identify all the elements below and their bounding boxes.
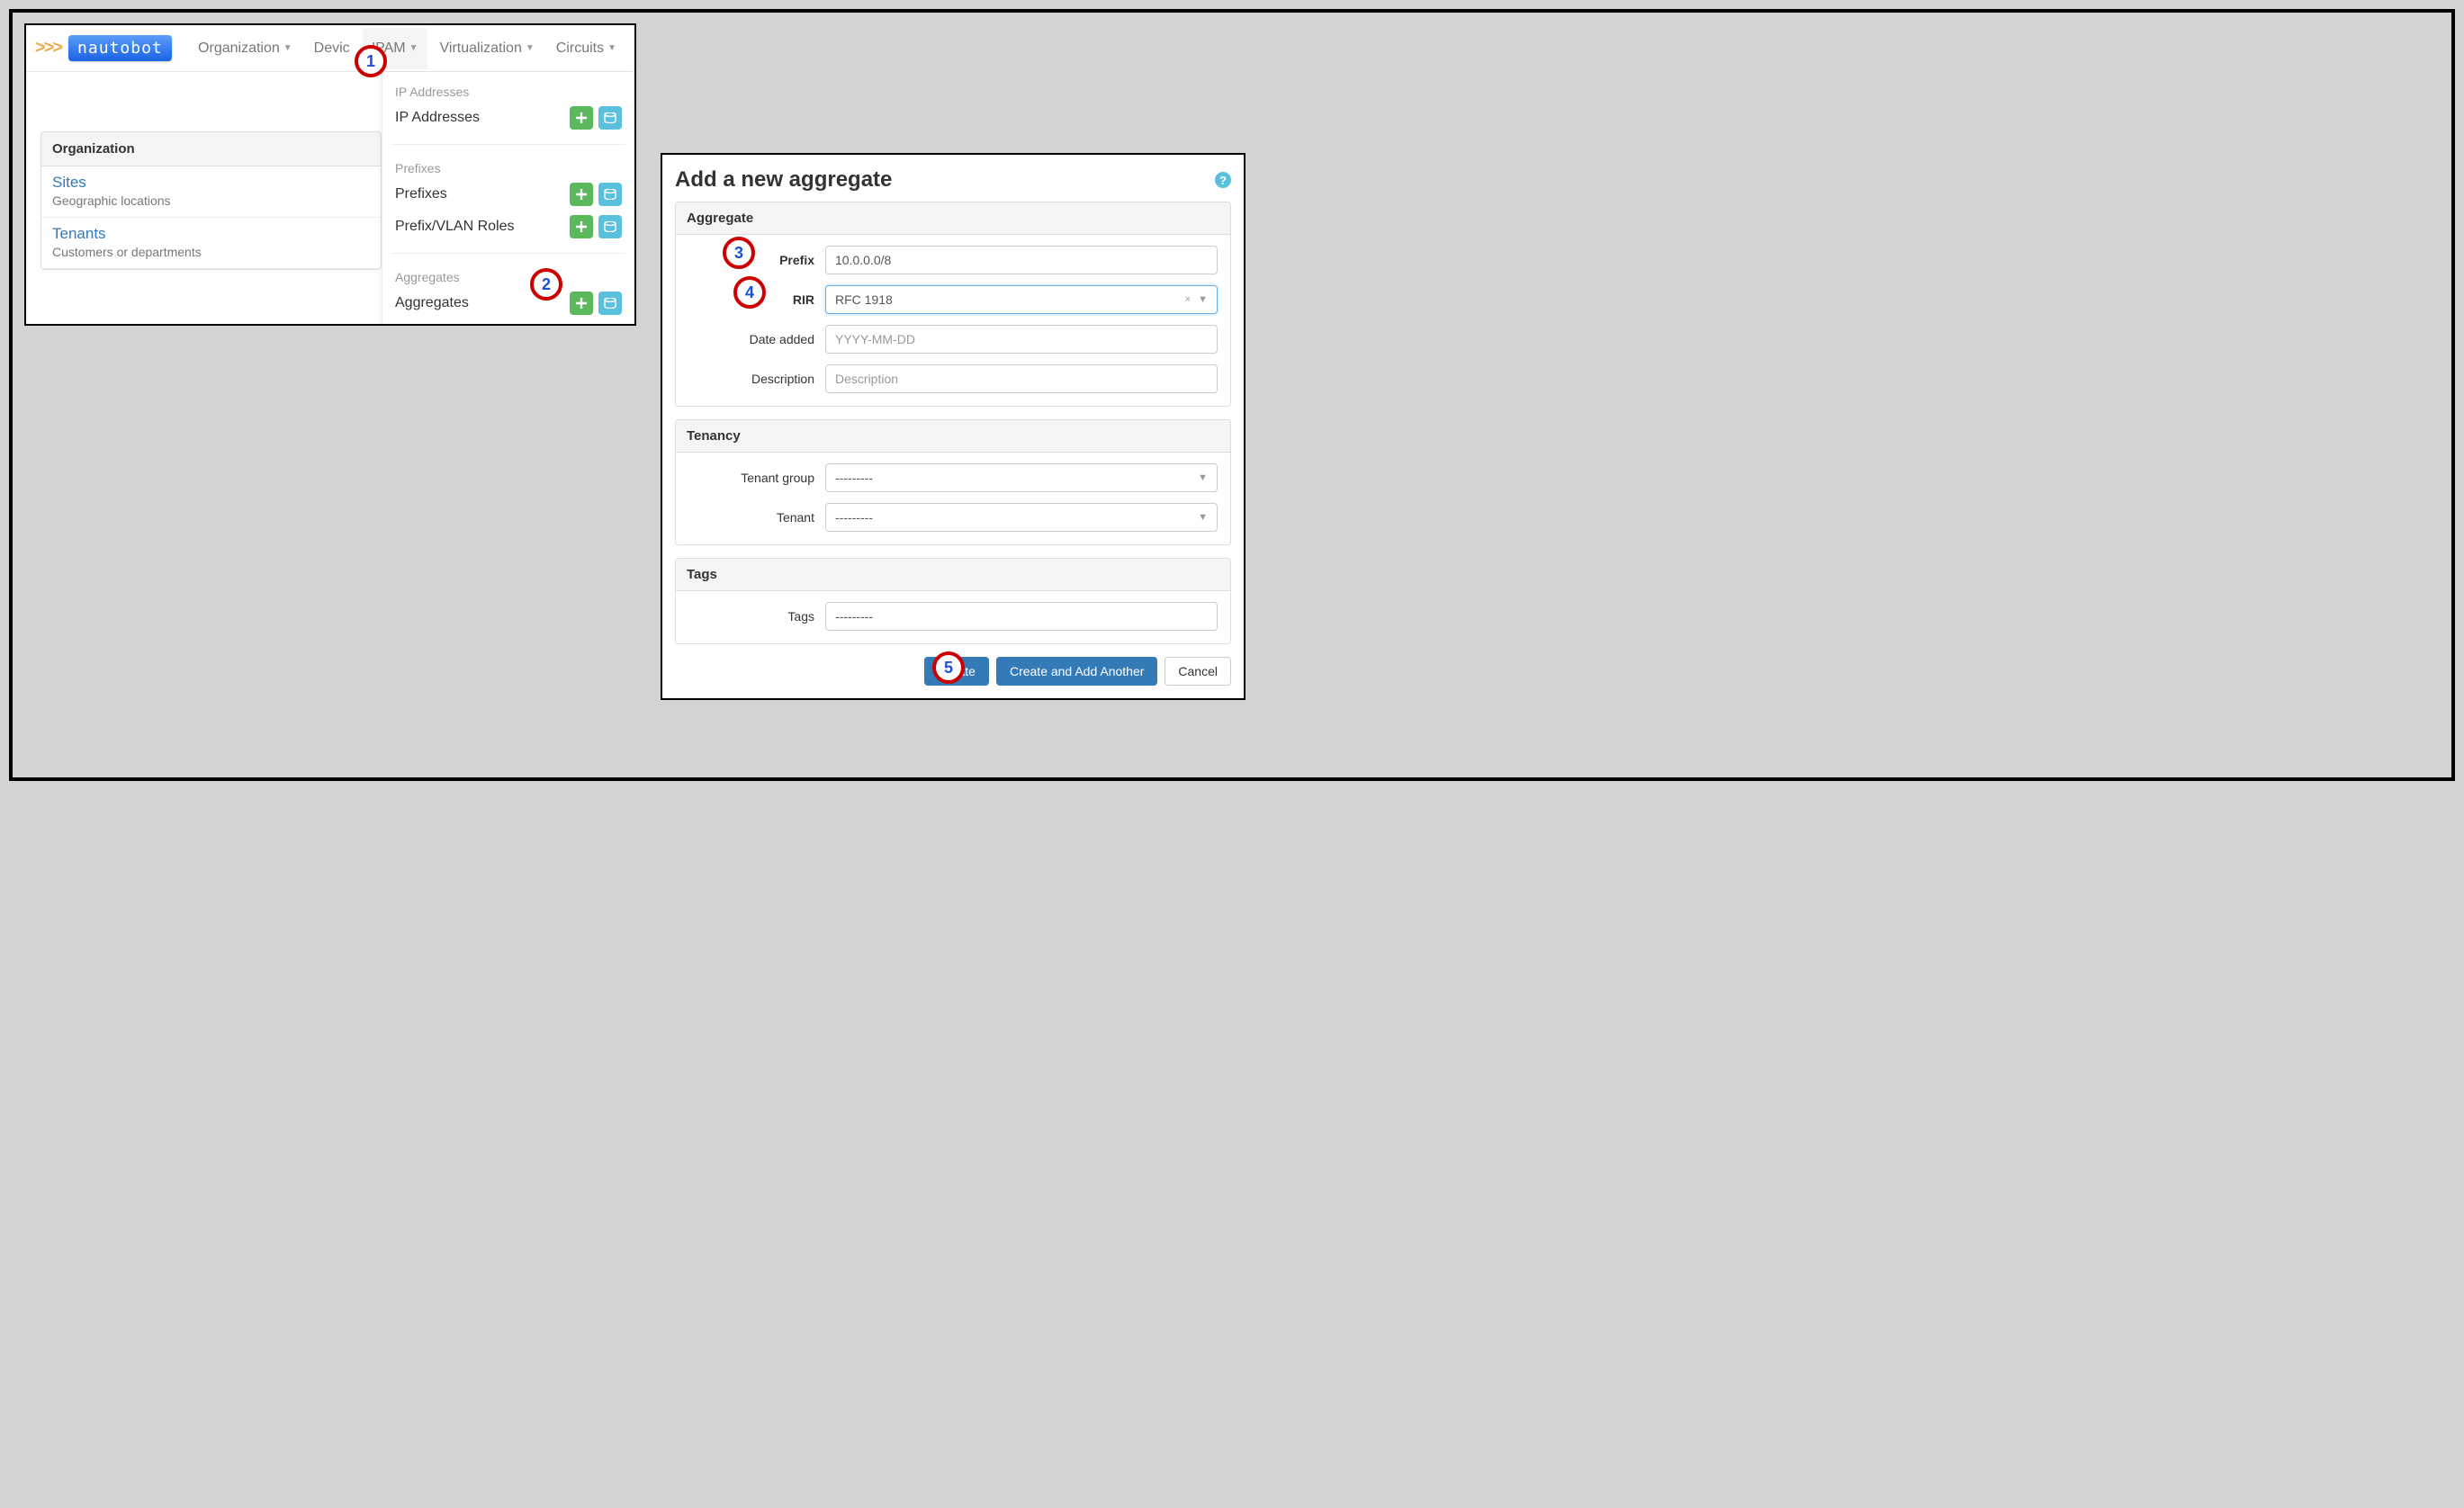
organization-card: Organization Sites Geographic locations … [40,131,382,270]
form-title: Add a new aggregate [675,167,892,193]
description-label: Description [688,372,814,386]
add-role-button[interactable] [570,215,593,238]
callout-2: 2 [530,268,562,301]
nav-virtualization[interactable]: Virtualization ▼ [431,28,544,69]
nav-devices[interactable]: Devic [305,28,359,69]
date-added-input[interactable] [825,325,1218,354]
tags-label: Tags [688,609,814,624]
date-added-label: Date added [688,332,814,346]
tenants-link[interactable]: Tenants [52,225,106,242]
cancel-button[interactable]: Cancel [1165,657,1231,686]
tenants-subtitle: Customers or departments [52,245,370,259]
dd-rirs[interactable]: RIRs [393,320,624,326]
card-header: Tenancy [676,420,1230,453]
tenancy-card: Tenancy Tenant group --------- ▼ Tenant [675,419,1231,545]
caret-down-icon: ▼ [607,43,616,53]
import-prefix-button[interactable] [598,183,622,206]
description-input[interactable] [825,364,1218,393]
tags-input[interactable]: --------- [825,602,1218,631]
org-tenants-row[interactable]: Tenants Customers or departments [41,218,381,269]
prefix-input[interactable] [825,246,1218,274]
dd-aggregates[interactable]: Aggregates [393,288,624,320]
create-add-another-button[interactable]: Create and Add Another [996,657,1157,686]
database-icon [604,189,616,200]
import-aggregate-button[interactable] [598,292,622,315]
dd-section-header: IP Addresses [393,79,624,103]
add-rir-button[interactable] [570,324,593,326]
import-rir-button[interactable] [598,324,622,326]
sites-subtitle: Geographic locations [52,193,370,208]
add-aggregate-form-panel: Add a new aggregate ? Aggregate 3 4 Pref… [661,153,1245,700]
nav-label: Organization [198,40,280,57]
database-icon [604,221,616,232]
tenant-label: Tenant [688,510,814,525]
nav-circuits[interactable]: Circuits ▼ [547,28,625,69]
brand-chevrons: >>> [35,38,61,58]
caret-down-icon: ▼ [409,43,418,53]
nav-label: Circuits [556,40,604,57]
card-header: Aggregate [676,202,1230,235]
caret-down-icon: ▼ [1198,512,1208,523]
callout-4: 4 [733,276,766,309]
caret-down-icon: ▼ [1198,472,1208,483]
database-icon [604,112,616,123]
dd-section-header: Aggregates [393,265,624,288]
caret-down-icon: ▼ [526,43,535,53]
dd-item-label: Aggregates [395,295,469,311]
clear-icon[interactable]: × [1185,294,1191,305]
nav-organization[interactable]: Organization ▼ [189,28,301,69]
navbar: >>> nautobot Organization ▼ Devic IPAM ▼… [26,25,634,72]
dd-item-label: Prefixes [395,186,447,202]
brand-logo[interactable]: nautobot [68,35,172,61]
database-icon [604,298,616,309]
card-header: Organization [41,132,381,166]
card-header: Tags [676,559,1230,591]
caret-down-icon: ▼ [283,43,292,53]
screenshot-frame: >>> nautobot Organization ▼ Devic IPAM ▼… [9,9,2455,781]
import-ip-button[interactable] [598,106,622,130]
tenant-select[interactable]: --------- ▼ [825,503,1218,532]
ipam-dropdown-menu: IP Addresses IP Addresses Prefixes Prefi… [382,72,634,326]
nav-dropdown-panel: >>> nautobot Organization ▼ Devic IPAM ▼… [24,23,636,326]
plus-icon [576,221,587,232]
callout-5: 5 [932,651,965,684]
plus-icon [576,112,587,123]
callout-3: 3 [723,237,755,269]
dd-prefix-roles[interactable]: Prefix/VLAN Roles [393,211,624,244]
plus-icon [576,189,587,200]
dd-ip-addresses[interactable]: IP Addresses [393,103,624,135]
nav-label: Virtualization [440,40,522,57]
dd-prefixes[interactable]: Prefixes [393,179,624,211]
tenant-group-label: Tenant group [688,471,814,485]
tags-card: Tags Tags --------- [675,558,1231,644]
add-prefix-button[interactable] [570,183,593,206]
select-placeholder: --------- [835,510,873,525]
help-icon[interactable]: ? [1215,172,1231,188]
dd-item-label: Prefix/VLAN Roles [395,219,515,235]
rir-selected-value: RFC 1918 [835,292,893,307]
import-role-button[interactable] [598,215,622,238]
add-ip-button[interactable] [570,106,593,130]
dd-item-label: IP Addresses [395,110,480,126]
nav-label: Devic [314,40,350,57]
callout-1: 1 [355,45,387,77]
select-placeholder: --------- [835,609,873,624]
plus-icon [576,298,587,309]
dd-section-header: Prefixes [393,156,624,179]
sites-link[interactable]: Sites [52,174,86,191]
rir-select[interactable]: RFC 1918 × ▼ [825,285,1218,314]
tenant-group-select[interactable]: --------- ▼ [825,463,1218,492]
caret-down-icon: ▼ [1198,294,1208,305]
aggregate-card: Aggregate 3 4 Prefix RIR RFC 1918 × [675,202,1231,407]
org-sites-row[interactable]: Sites Geographic locations [41,166,381,218]
select-placeholder: --------- [835,471,873,485]
add-aggregate-button[interactable] [570,292,593,315]
